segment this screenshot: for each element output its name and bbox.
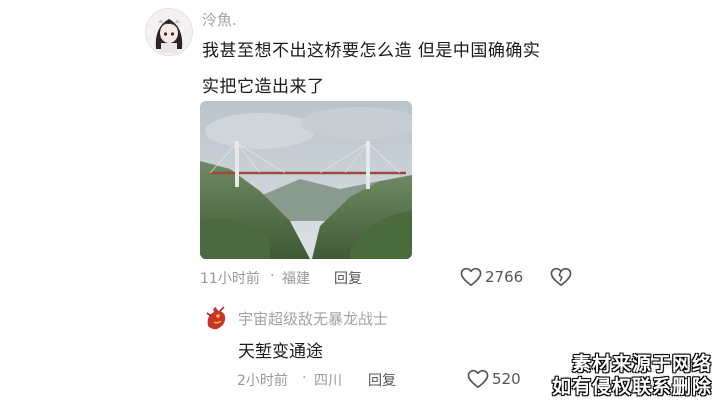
reply-text: 天堑变通途 [238,342,323,362]
like-count: 2766 [485,268,524,286]
watermark-line2: 如有侵权联系删除 [551,376,712,398]
reply-button[interactable]: 回复 [334,268,362,288]
reply-reply-button[interactable]: 回复 [368,370,396,390]
dragon-avatar-icon [206,306,226,330]
comment-image[interactable] [200,101,412,259]
meta-separator: · [302,370,307,386]
comment-username[interactable]: 泠魚. [202,9,237,30]
reply-location: 四川 [314,373,342,389]
dislike-button[interactable] [550,267,572,287]
comment-time: 11小时前 [200,271,260,287]
heart-icon [460,267,482,286]
heart-icon [467,369,489,388]
comment-text-line1: 我甚至想不出这桥要怎么造 但是中国确确实 [202,41,541,61]
reply-avatar[interactable] [202,304,230,332]
broken-heart-icon [550,267,572,286]
girl-avatar-icon [146,9,192,55]
reply-like-button[interactable] [467,369,489,389]
reply-username[interactable]: 宇宙超级敌无暴龙战士 [238,308,388,329]
user-avatar[interactable] [145,8,193,56]
reply-time: 2小时前 [237,373,288,389]
like-button[interactable] [460,267,482,287]
meta-separator: · [270,268,275,284]
comment-text-line2: 实把它造出来了 [202,77,325,97]
comment-location: 福建 [282,271,310,287]
reply-like-count: 520 [492,370,521,388]
